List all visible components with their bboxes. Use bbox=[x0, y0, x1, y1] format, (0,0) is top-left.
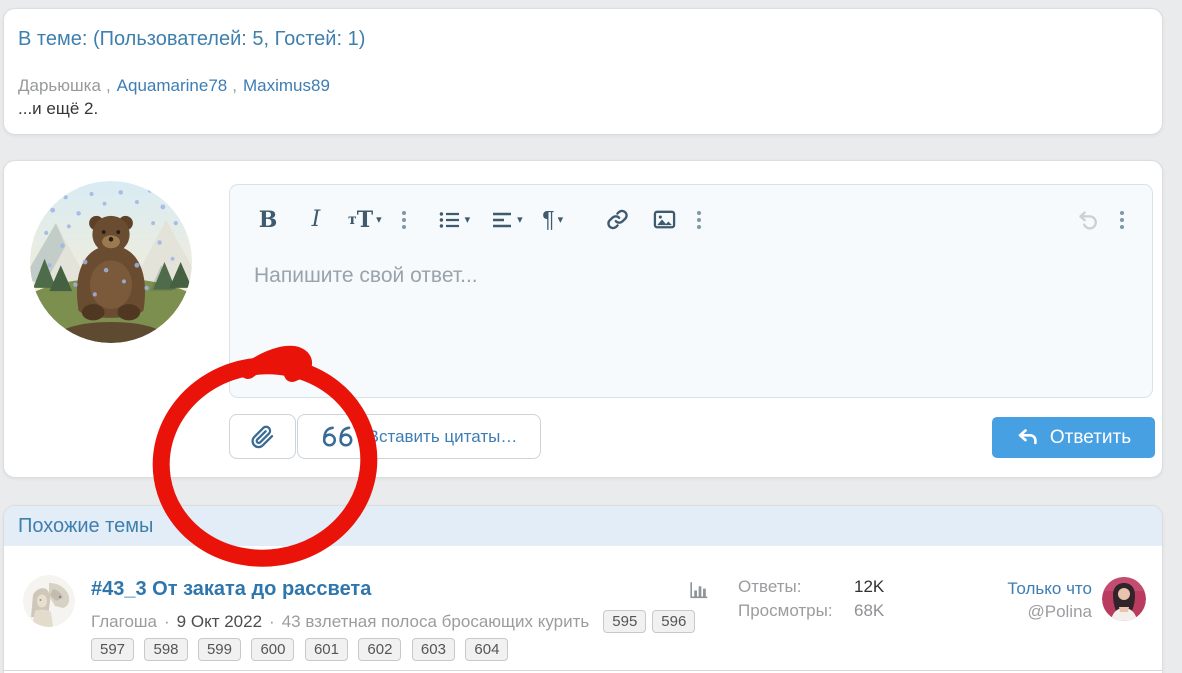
rich-text-editor[interactable]: B I т T ▾ ▾ ▾ ¶ ▾ Напишите свой ответ... bbox=[229, 184, 1153, 398]
thread-starter-avatar[interactable] bbox=[23, 575, 75, 627]
bar-chart-icon bbox=[690, 582, 708, 599]
user-separator: , bbox=[105, 76, 111, 95]
align-left-icon bbox=[493, 212, 512, 227]
editor-toolbar: B I т T ▾ ▾ ▾ ¶ ▾ bbox=[230, 185, 1152, 237]
similar-threads-header: Похожие темы bbox=[4, 506, 1162, 546]
list-button[interactable]: ▾ bbox=[438, 205, 471, 235]
chevron-down-icon: ▾ bbox=[557, 214, 564, 226]
thread-page-links: 597 598 599 600 601 602 603 604 bbox=[91, 638, 514, 661]
alignment-button[interactable]: ▾ bbox=[490, 205, 523, 235]
current-user-avatar[interactable] bbox=[30, 181, 192, 343]
quote-icon bbox=[322, 426, 353, 447]
page-link[interactable]: 597 bbox=[91, 638, 135, 661]
insert-quotes-button[interactable]: Вставить цитаты… bbox=[297, 414, 541, 459]
reply-button-label: Ответить bbox=[1049, 426, 1132, 448]
replies-label: Ответы: bbox=[738, 577, 802, 596]
replies-count: 12K bbox=[854, 577, 885, 596]
thread-author[interactable]: Глагоша bbox=[91, 612, 157, 632]
bear-avatar-image bbox=[30, 181, 192, 343]
chevron-down-icon: ▾ bbox=[376, 213, 382, 226]
similar-threads-card: Похожие темы #43_3 От заката до рассвета bbox=[3, 505, 1163, 673]
page-link[interactable]: 603 bbox=[411, 638, 455, 661]
user-separator: , bbox=[232, 76, 237, 95]
undo-button[interactable] bbox=[1076, 205, 1100, 235]
link-icon bbox=[606, 209, 628, 230]
page-link[interactable]: 601 bbox=[304, 638, 348, 661]
insert-quotes-label: Вставить цитаты… bbox=[367, 426, 518, 446]
sketch-avatar-image bbox=[23, 575, 75, 627]
in-thread-user-list: Дарьюшка, Aquamarine78, Maximus89 bbox=[18, 75, 1148, 96]
image-icon bbox=[653, 210, 675, 229]
meta-separator: · bbox=[164, 611, 170, 631]
font-size-button[interactable]: т T ▾ bbox=[348, 205, 382, 235]
reply-arrow-icon bbox=[1018, 428, 1037, 444]
thread-stats: Ответы: 12K Просмотры: 68K bbox=[738, 576, 884, 622]
thread-title-link[interactable]: #43_3 От заката до рассвета bbox=[91, 578, 371, 601]
pilcrow-icon: ¶ bbox=[542, 206, 555, 232]
page-link[interactable]: 600 bbox=[251, 638, 295, 661]
font-size-label: т bbox=[348, 211, 357, 228]
reply-button[interactable]: Ответить bbox=[992, 417, 1155, 458]
font-size-label: T bbox=[356, 206, 374, 233]
insert-image-button[interactable] bbox=[652, 205, 677, 235]
paperclip-icon bbox=[251, 425, 273, 448]
undo-icon bbox=[1079, 210, 1097, 229]
more-insert-options-icon[interactable] bbox=[696, 210, 701, 229]
views-count: 68K bbox=[854, 601, 885, 620]
page-link[interactable]: 602 bbox=[358, 638, 402, 661]
meta-separator: · bbox=[269, 611, 275, 631]
paragraph-format-button[interactable]: ¶ ▾ bbox=[541, 205, 565, 235]
in-thread-more-count: ...и ещё 2. bbox=[18, 99, 99, 118]
insert-link-button[interactable] bbox=[605, 205, 630, 235]
last-reply-username: @Polina bbox=[1027, 602, 1092, 621]
chevron-down-icon: ▾ bbox=[517, 214, 523, 226]
chevron-down-icon: ▾ bbox=[464, 214, 471, 226]
attach-file-button[interactable] bbox=[229, 414, 296, 459]
last-reply-info: Только что @Polina bbox=[1007, 577, 1092, 623]
page-link[interactable]: 595 bbox=[603, 610, 647, 633]
user-link[interactable]: Aquamarine78 bbox=[117, 76, 228, 95]
last-reply-avatar[interactable] bbox=[1102, 577, 1146, 621]
page-link[interactable]: 604 bbox=[465, 638, 509, 661]
italic-button[interactable]: I bbox=[304, 205, 328, 235]
thread-meta-line: Глагоша · 9 Окт 2022 · 43 взлетная полос… bbox=[91, 610, 701, 633]
more-format-options-icon[interactable] bbox=[401, 210, 406, 229]
thread-stats-container bbox=[688, 579, 710, 601]
last-reply-time-link[interactable]: Только что bbox=[1007, 577, 1092, 600]
thread-date: 9 Окт 2022 bbox=[176, 611, 263, 631]
page-link[interactable]: 599 bbox=[197, 638, 241, 661]
thread-row[interactable]: #43_3 От заката до рассвета Глагоша · 9 … bbox=[4, 546, 1162, 673]
thread-subtitle: 43 взлетная полоса бросающих курить bbox=[281, 611, 590, 631]
page-link[interactable]: 598 bbox=[144, 638, 188, 661]
more-editor-options-icon[interactable] bbox=[1120, 210, 1124, 229]
bold-button[interactable]: B bbox=[256, 205, 280, 235]
row-divider bbox=[4, 670, 1162, 671]
reply-editor-card: B I т T ▾ ▾ ▾ ¶ ▾ Напишите свой ответ...… bbox=[3, 160, 1163, 478]
polina-avatar-image bbox=[1102, 577, 1146, 621]
editor-placeholder-text[interactable]: Напишите свой ответ... bbox=[230, 237, 1152, 315]
user-link[interactable]: Maximus89 bbox=[243, 76, 330, 95]
views-label: Просмотры: bbox=[738, 601, 833, 620]
user-link[interactable]: Дарьюшка bbox=[18, 76, 101, 95]
page-link[interactable]: 596 bbox=[652, 610, 696, 633]
bullet-list-icon bbox=[439, 211, 459, 228]
in-thread-title: В теме: (Пользователей: 5, Гостей: 1) bbox=[18, 28, 366, 50]
in-thread-card: В теме: (Пользователей: 5, Гостей: 1) Да… bbox=[3, 8, 1163, 135]
